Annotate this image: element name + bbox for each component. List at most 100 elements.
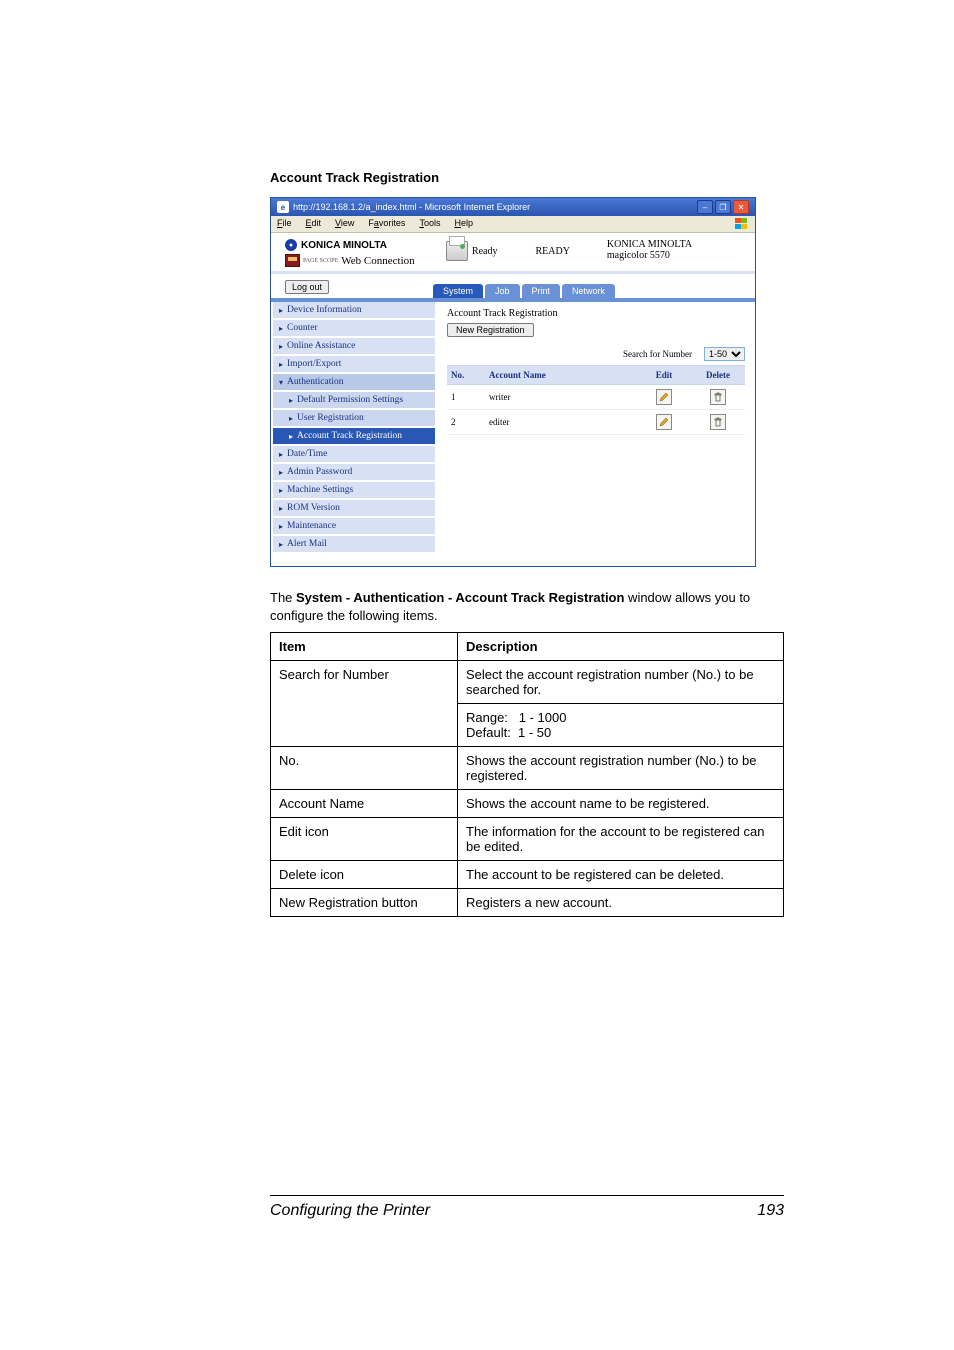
account-table: No. Account Name Edit Delete 1 writer [447,365,745,435]
close-icon[interactable]: ✕ [733,200,749,214]
table-row: 1 writer [447,385,745,410]
caret-icon: ▸ [279,360,283,369]
sidebar-item-machine-settings[interactable]: ▸Machine Settings [273,482,435,498]
desc-text: The information for the account to be re… [458,818,784,861]
logout-button[interactable]: Log out [285,280,329,294]
desc-text: Shows the account name to be registered. [458,790,784,818]
new-registration-button[interactable]: New Registration [447,323,534,337]
table-row: New Registration button Registers a new … [271,889,784,917]
sidebar-item-online-assistance[interactable]: ▸Online Assistance [273,338,435,354]
menu-file[interactable]: File [277,218,292,230]
caret-icon: ▸ [279,324,283,333]
tab-job[interactable]: Job [485,284,520,298]
sidebar-item-admin-password[interactable]: ▸Admin Password [273,464,435,480]
sidebar-item-counter[interactable]: ▸Counter [273,320,435,336]
sidebar-item-date-time[interactable]: ▸Date/Time [273,446,435,462]
pagescope-logo: PAGE SCOPE Web Connection [285,254,446,267]
sidebar-item-device-information[interactable]: ▸Device Information [273,302,435,318]
col-name: Account Name [485,366,637,385]
menu-tools[interactable]: Tools [419,218,440,230]
ie-icon: e [277,201,289,213]
window-title: http://192.168.1.2/a_index.html - Micros… [293,202,530,212]
desc-text: Registers a new account. [458,889,784,917]
window-titlebar: e http://192.168.1.2/a_index.html - Micr… [271,198,755,216]
table-row: Account Name Shows the account name to b… [271,790,784,818]
col-no: No. [447,366,485,385]
caret-down-icon: ▾ [279,378,283,387]
sidebar-item-maintenance[interactable]: ▸Maintenance [273,518,435,534]
doc-intro: The System - Authentication - Account Tr… [270,589,784,624]
edit-icon[interactable] [656,414,672,430]
desc-item: No. [271,747,458,790]
menu-fav[interactable]: Favorites [368,218,405,230]
sidebar-item-alert-mail[interactable]: ▸Alert Mail [273,536,435,552]
table-row: Search for Number Select the account reg… [271,661,784,704]
caret-icon: ▸ [279,468,283,477]
menu-view[interactable]: View [335,218,354,230]
cell-no: 2 [447,410,485,435]
windows-logo-icon [735,218,749,230]
sidebar-item-import-export[interactable]: ▸Import/Export [273,356,435,372]
description-table: Item Description Search for Number Selec… [270,632,784,917]
window-menubar: File Edit View Favorites Tools Help [271,216,755,233]
desc-text: Shows the account registration number (N… [458,747,784,790]
caret-icon: ▸ [279,450,283,459]
menu-help[interactable]: Help [454,218,473,230]
tab-print[interactable]: Print [522,284,561,298]
cell-no: 1 [447,385,485,410]
page-number: 193 [757,1202,784,1220]
caret-icon: ▸ [279,486,283,495]
delete-icon[interactable] [710,389,726,405]
sidebar: ▸Device Information ▸Counter ▸Online Ass… [271,302,437,566]
sidebar-item-default-permission[interactable]: ▸Default Permission Settings [273,392,435,408]
desc-head-desc: Description [458,633,784,661]
desc-text: The account to be registered can be dele… [458,861,784,889]
table-row: 2 editer [447,410,745,435]
caret-icon: ▸ [279,342,283,351]
status-ready: READY [535,246,569,257]
col-del: Delete [691,366,745,385]
status-ready-small: Ready [472,246,498,257]
section-title: Account Track Registration [270,170,784,185]
pagescope-icon [285,254,300,267]
minimize-icon[interactable]: – [697,200,713,214]
table-row: Edit icon The information for the accoun… [271,818,784,861]
sidebar-item-user-registration[interactable]: ▸User Registration [273,410,435,426]
caret-icon: ▸ [279,504,283,513]
device-brand: KONICA MINOLTA [607,239,741,250]
desc-item: Edit icon [271,818,458,861]
konica-minolta-logo: ●KONICA MINOLTA [285,239,446,251]
sidebar-item-authentication[interactable]: ▾Authentication [273,374,435,390]
menu-edit[interactable]: Edit [306,218,322,230]
tab-system[interactable]: System [433,284,483,298]
tab-network[interactable]: Network [562,284,615,298]
desc-item: Search for Number [271,661,458,747]
caret-icon: ▸ [279,306,283,315]
content-heading: Account Track Registration [447,308,745,319]
page-footer: Configuring the Printer 193 [270,1195,784,1220]
desc-text: Range: 1 - 1000Default: 1 - 50 [458,704,784,747]
col-edit: Edit [637,366,691,385]
search-for-number-select[interactable]: 1-50 [704,347,745,361]
caret-icon: ▸ [289,414,293,423]
caret-icon: ▸ [279,522,283,531]
search-for-number-label: Search for Number [623,349,692,359]
screenshot-window: e http://192.168.1.2/a_index.html - Micr… [270,197,756,567]
sidebar-item-account-track-registration[interactable]: ▸Account Track Registration [273,428,435,444]
caret-icon: ▸ [279,540,283,549]
delete-icon[interactable] [710,414,726,430]
cell-name: editer [485,410,637,435]
desc-head-item: Item [271,633,458,661]
desc-text: Select the account registration number (… [458,661,784,704]
sidebar-item-rom-version[interactable]: ▸ROM Version [273,500,435,516]
desc-item: Account Name [271,790,458,818]
caret-icon: ▸ [289,396,293,405]
device-model: magicolor 5570 [607,250,741,261]
table-row: Delete icon The account to be registered… [271,861,784,889]
printer-icon [446,241,468,261]
maximize-icon[interactable]: ❐ [715,200,731,214]
edit-icon[interactable] [656,389,672,405]
cell-name: writer [485,385,637,410]
desc-item: Delete icon [271,861,458,889]
footer-left: Configuring the Printer [270,1202,430,1220]
